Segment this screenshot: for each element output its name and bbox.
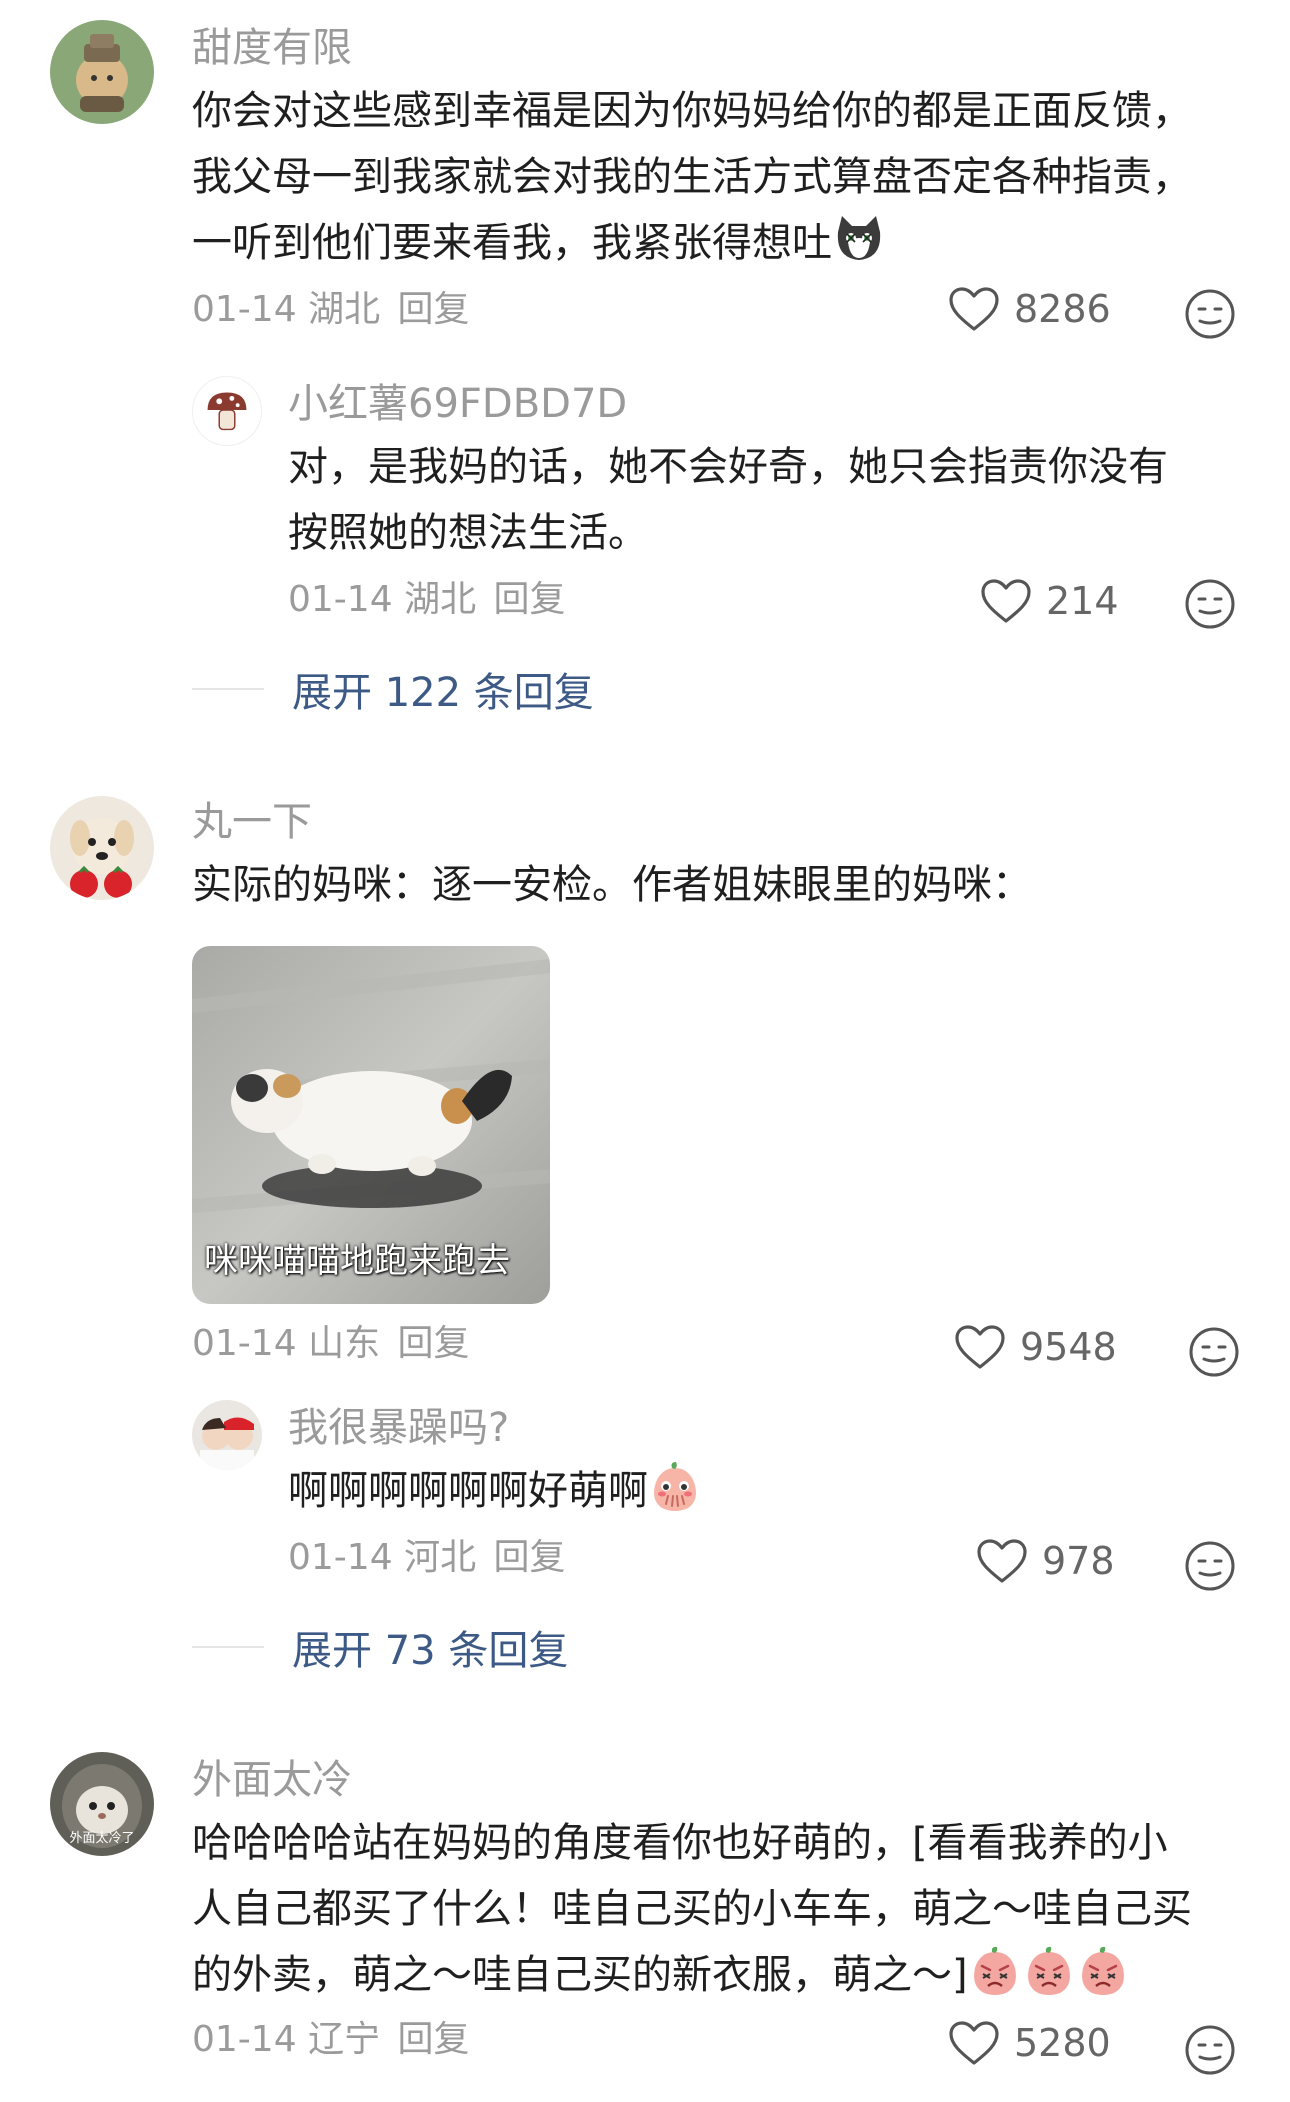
reply-button[interactable]: 回复: [398, 2019, 470, 2060]
reply-button[interactable]: 回复: [398, 289, 470, 330]
reply-line: 按照她的想法生活。: [288, 510, 648, 556]
like-count: 9548: [1020, 1325, 1117, 1369]
comment-text: 哈哈哈哈站在妈妈的角度看你也好萌的，[看看我养的小 人自己都买了什么！哇自己买的…: [192, 1810, 1192, 2008]
reply-like-button[interactable]: 978: [976, 1538, 1115, 1584]
comment-date: 01-14: [192, 2019, 297, 2060]
like-button[interactable]: 5280: [948, 2020, 1111, 2066]
avatar[interactable]: [50, 796, 154, 900]
comment-meta: 01-14 辽宁 回复: [192, 2018, 470, 2062]
reply-line: 啊啊啊啊啊啊好萌啊: [288, 1458, 702, 1524]
like-count: 978: [1042, 1539, 1115, 1583]
comment-line: 实际的妈咪：逐一安检。作者姐妹眼里的妈咪：: [192, 862, 1032, 908]
reply-avatar[interactable]: [192, 376, 262, 446]
reply-line-text: 啊啊啊啊啊啊好萌啊: [288, 1468, 648, 1514]
reply-button[interactable]: 回复: [494, 1537, 566, 1578]
angry-peach-sticker-icon: [968, 1944, 1022, 1998]
emoji-reaction-icon[interactable]: [1184, 2024, 1236, 2076]
expand-replies-button[interactable]: 展开 73 条回复: [192, 1618, 568, 1676]
comment-text: 实际的妈咪：逐一安检。作者姐妹眼里的妈咪：: [192, 852, 1032, 918]
reply-meta: 01-14 湖北 回复: [288, 578, 566, 622]
divider: [192, 688, 264, 690]
expand-replies-label: 展开 73 条回复: [292, 1628, 569, 1674]
reply-username[interactable]: 我很暴躁吗?: [288, 1404, 509, 1452]
expand-replies-button[interactable]: 展开 122 条回复: [192, 660, 594, 718]
comment-line: 一听到他们要来看我，我紧张得想吐: [192, 210, 1192, 276]
reply-date: 01-14: [288, 579, 393, 620]
username[interactable]: 甜度有限: [192, 24, 352, 72]
comment-location: 辽宁: [308, 2019, 381, 2060]
angry-peach-sticker-icon: [1076, 1944, 1130, 1998]
reply-location: 湖北: [404, 579, 477, 620]
comment-location: 山东: [308, 1323, 381, 1364]
heart-icon: [949, 287, 999, 331]
avatar[interactable]: 外面太冷了: [50, 1752, 154, 1856]
comment-line: 我父母一到我家就会对我的生活方式算盘否定各种指责，: [192, 154, 1192, 200]
angry-peach-sticker-icon: [1022, 1944, 1076, 1998]
heart-icon: [981, 579, 1031, 623]
emoji-reaction-icon[interactable]: [1188, 1326, 1240, 1378]
reply-text: 啊啊啊啊啊啊好萌啊: [288, 1458, 702, 1524]
comment-date: 01-14: [192, 289, 297, 330]
comment-meta: 01-14 湖北 回复: [192, 288, 470, 332]
like-count: 5280: [1014, 2021, 1111, 2065]
comment-date: 01-14: [192, 1323, 297, 1364]
username[interactable]: 丸一下: [192, 798, 312, 846]
avatar[interactable]: [50, 20, 154, 124]
username[interactable]: 外面太冷: [192, 1756, 352, 1804]
emoji-reaction-icon[interactable]: [1184, 578, 1236, 630]
like-count: 214: [1046, 579, 1119, 623]
emoji-reaction-icon[interactable]: [1184, 288, 1236, 340]
reply-avatar[interactable]: [192, 1400, 262, 1470]
avatar-text: 外面太冷了: [69, 1831, 134, 1846]
like-button[interactable]: 9548: [954, 1324, 1117, 1370]
cat-sticker-icon: [832, 212, 886, 266]
comment-line: 的外卖，萌之～哇自己买的新衣服，萌之～]: [192, 1942, 1192, 2008]
comment-text: 你会对这些感到幸福是因为你妈妈给你的都是正面反馈， 我父母一到我家就会对我的生活…: [192, 78, 1192, 276]
comment-meta: 01-14 山东 回复: [192, 1322, 470, 1366]
heart-icon: [977, 1539, 1027, 1583]
reply-button[interactable]: 回复: [494, 579, 566, 620]
comment-line-text: 的外卖，萌之～哇自己买的新衣服，萌之～]: [192, 1952, 968, 1998]
divider: [192, 1646, 264, 1648]
comment-line-text: 一听到他们要来看我，我紧张得想吐: [192, 220, 832, 266]
comment-location: 湖北: [308, 289, 381, 330]
image-caption: 咪咪喵喵地跑来跑去: [204, 1241, 510, 1281]
reply-username[interactable]: 小红薯69FDBD7D: [288, 380, 627, 428]
reply-button[interactable]: 回复: [398, 1323, 470, 1364]
reply-like-button[interactable]: 214: [980, 578, 1119, 624]
heart-icon: [955, 1325, 1005, 1369]
comment-line: 人自己都买了什么！哇自己买的小车车，萌之～哇自己买: [192, 1886, 1192, 1932]
comment-line: 哈哈哈哈站在妈妈的角度看你也好萌的，[看看我养的小: [192, 1820, 1168, 1866]
reply-text: 对，是我妈的话，她不会好奇，她只会指责你没有 按照她的想法生活。: [288, 434, 1168, 566]
heart-icon: [949, 2021, 999, 2065]
reply-location: 河北: [404, 1537, 477, 1578]
comment-image[interactable]: 咪咪喵喵地跑来跑去: [192, 946, 550, 1304]
like-count: 8286: [1014, 287, 1111, 331]
expand-replies-label: 展开 122 条回复: [292, 670, 594, 716]
comment-line: 你会对这些感到幸福是因为你妈妈给你的都是正面反馈，: [192, 88, 1192, 134]
shy-peach-sticker-icon: [648, 1460, 702, 1514]
reply-line: 对，是我妈的话，她不会好奇，她只会指责你没有: [288, 444, 1168, 490]
like-button[interactable]: 8286: [948, 286, 1111, 332]
reply-date: 01-14: [288, 1537, 393, 1578]
reply-meta: 01-14 河北 回复: [288, 1536, 566, 1580]
emoji-reaction-icon[interactable]: [1184, 1540, 1236, 1592]
